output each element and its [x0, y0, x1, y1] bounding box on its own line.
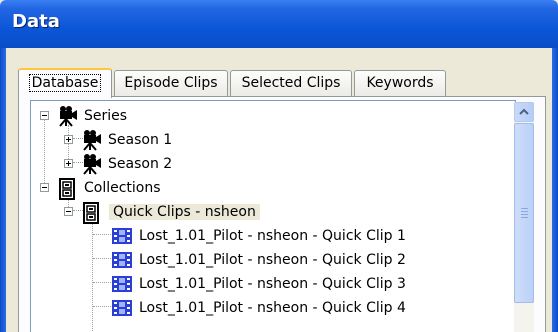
- vertical-scrollbar[interactable]: [514, 102, 534, 332]
- scroll-thumb[interactable]: [514, 123, 534, 303]
- tree-node-label: Collections: [84, 180, 161, 196]
- scroll-up-button[interactable]: [514, 102, 534, 122]
- camera-icon: [55, 105, 81, 131]
- tree-node-season[interactable]: Season 1: [31, 129, 511, 153]
- window-titlebar[interactable]: Data: [0, 0, 558, 48]
- database-tree[interactable]: Series Season 1 Season 2 Collections Qui…: [30, 100, 516, 332]
- tree-node-label: Series: [84, 108, 128, 124]
- tree-node-label: Lost_1.01_Pilot - nsheon - Quick Clip 3: [139, 276, 406, 292]
- tree-node-label: Lost_1.01_Pilot - nsheon - Quick Clip 2: [139, 252, 406, 268]
- tree-node-clip[interactable]: Lost_1.01_Pilot - nsheon - Quick Clip 3: [31, 273, 511, 297]
- tab-selected-clips[interactable]: Selected Clips: [230, 70, 352, 96]
- tab-episode-clips[interactable]: Episode Clips: [114, 70, 228, 96]
- tab-database[interactable]: Database: [18, 68, 112, 98]
- tab-keywords[interactable]: Keywords: [354, 70, 446, 96]
- collapse-icon[interactable]: [40, 183, 49, 192]
- window-frame-left: [0, 48, 6, 332]
- chevron-up-icon: [519, 108, 529, 115]
- film-clip-icon: [111, 299, 133, 321]
- tree-node-label-selected: Quick Clips - nsheon: [109, 204, 260, 220]
- tree-node-label: Season 1: [108, 132, 173, 148]
- tree-node-season[interactable]: Season 2: [31, 153, 511, 177]
- film-clip-icon: [111, 251, 133, 273]
- expand-icon[interactable]: [64, 135, 73, 144]
- tree-node-clip[interactable]: Lost_1.01_Pilot - nsheon - Quick Clip 4: [31, 297, 511, 321]
- tree-node-clip[interactable]: Lost_1.01_Pilot - nsheon - Quick Clip 2: [31, 249, 511, 273]
- tree-node-label: Lost_1.01_Pilot - nsheon - Quick Clip 4: [139, 300, 406, 316]
- expand-icon[interactable]: [64, 159, 73, 168]
- film-clip-icon: [111, 275, 133, 297]
- tree-node-label: Season 2: [108, 156, 173, 172]
- camera-icon: [79, 153, 105, 179]
- tree-node-collection[interactable]: Quick Clips - nsheon: [31, 201, 511, 225]
- collapse-icon[interactable]: [64, 207, 73, 216]
- tree-node-label: Lost_1.01_Pilot - nsheon - Quick Clip 1: [139, 228, 406, 244]
- window-title: Data: [12, 11, 60, 32]
- window-frame-right: [552, 48, 558, 332]
- tree-node-clip[interactable]: Lost_1.01_Pilot - nsheon - Quick Clip 1: [31, 225, 511, 249]
- film-clip-icon: [111, 227, 133, 249]
- tree-node-series[interactable]: Series: [31, 105, 511, 129]
- camera-icon: [79, 129, 105, 155]
- collapse-icon[interactable]: [40, 111, 49, 120]
- tree-node-collections[interactable]: Collections: [31, 177, 511, 201]
